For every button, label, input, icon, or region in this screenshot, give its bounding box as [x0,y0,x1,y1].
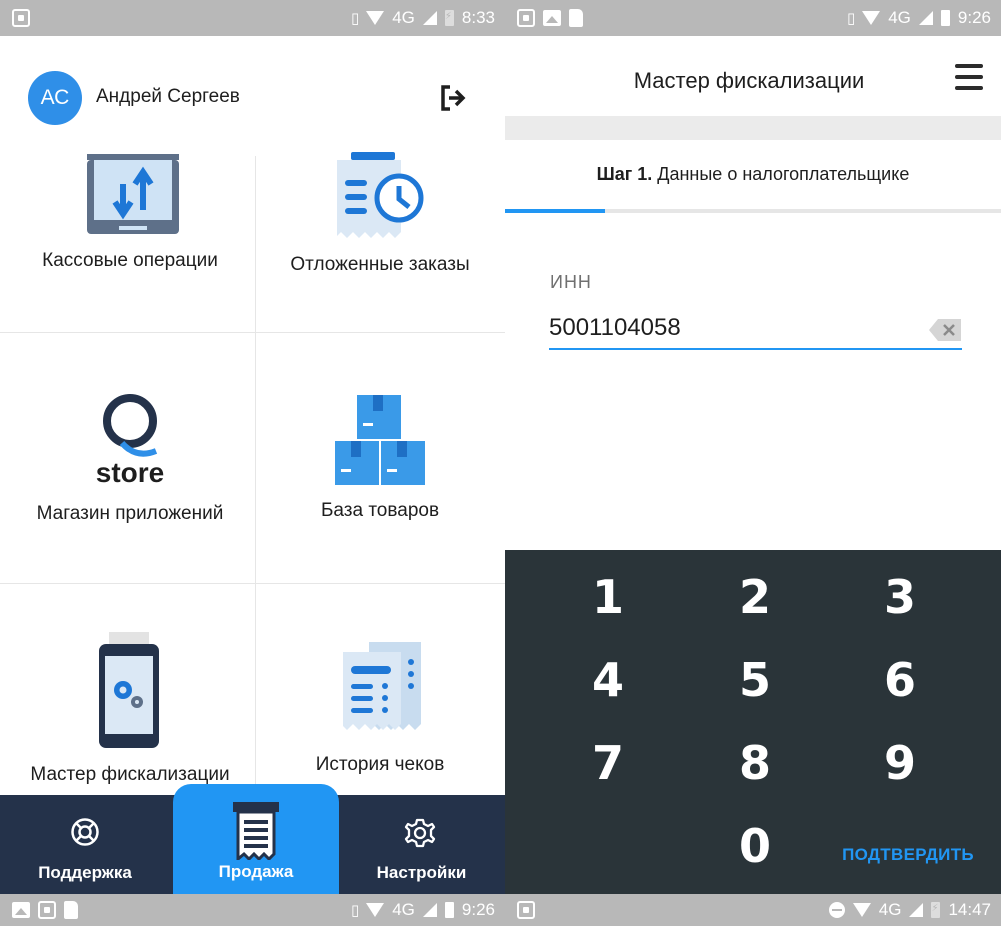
vibrate-icon: ▯ [350,902,359,919]
avatar[interactable]: АС [28,71,82,125]
sd-card-icon [64,901,78,919]
tile-label: База товаров [320,500,440,521]
inn-label: ИНН [550,272,592,292]
clock: 8:33 [461,8,495,27]
key-3[interactable]: 3 [850,567,950,627]
sd-card-icon [569,9,583,27]
inn-field[interactable] [549,310,962,350]
numeric-keypad: 1 2 3 4 5 6 7 8 9 0 ПОДТВЕРДИТЬ [505,550,1001,894]
menu-icon[interactable] [955,64,983,90]
screenshot-icon [12,9,30,27]
battery-icon [940,10,950,26]
signal-icon [422,903,437,917]
app-header: Мастер фискализации [505,36,1001,116]
key-7[interactable]: 7 [558,733,658,793]
nav-settings-label: Настройки [376,863,467,882]
tile-goods-database[interactable]: База товаров [255,333,505,583]
battery-charging-icon [931,902,941,918]
key-4[interactable]: 4 [558,650,658,710]
clock: 9:26 [957,8,991,27]
tile-app-store[interactable]: store Магазин приложений [5,333,255,583]
key-2[interactable]: 2 [705,567,805,627]
battery-charging-icon [444,10,454,26]
image-icon [543,10,561,26]
confirm-button[interactable]: ПОДТВЕРДИТЬ [828,845,988,865]
key-9[interactable]: 9 [850,733,950,793]
vibrate-icon: ▯ [846,10,855,27]
logout-icon[interactable] [440,85,468,111]
nav-sale-label: Продажа [218,862,294,881]
step-indicator: Шаг 1. Данные о налогоплательщике [505,164,1001,185]
nav-settings[interactable]: Настройки [338,795,505,894]
tile-label: Кассовые операции [42,250,218,271]
step-title: Данные о налогоплательщике [652,164,910,184]
image-icon [12,902,30,918]
nav-support-label: Поддержка [38,863,132,882]
step-progress [505,209,1001,213]
screenshot-icon [517,9,535,27]
key-0[interactable]: 0 [705,816,805,876]
signal-icon [422,11,437,25]
status-bar-top: ▯ 4G 8:33 [0,0,505,36]
key-6[interactable]: 6 [850,650,950,710]
cash-operations-icon [87,154,179,234]
page-title: Мастер фискализации [633,68,865,93]
wifi-icon [862,11,881,25]
tile-label: Магазин приложений [36,503,224,524]
inn-input[interactable] [549,310,909,342]
wifi-icon [852,903,871,917]
network-type: 4G [392,8,415,27]
key-5[interactable]: 5 [705,650,805,710]
tile-receipts-history[interactable]: История чеков [255,584,505,796]
tile-fiscal-wizard[interactable]: Мастер фискализации [5,584,255,796]
vibrate-icon: ▯ [350,10,359,27]
step-number: Шаг 1. [596,164,653,184]
header-divider [505,116,1001,140]
clock: 14:47 [948,900,991,919]
tile-label: История чеков [315,754,445,775]
screenshot-icon [517,901,535,919]
signal-icon [909,903,924,917]
fiscal-wizard-screen: ▯ 4G 9:26 Мастер фискализации Шаг 1. Дан… [505,0,1001,926]
deferred-orders-icon [337,152,424,238]
boxes-icon [335,395,425,485]
tile-label: Мастер фискализации [30,764,230,785]
receipt-icon [233,802,279,860]
clock: 9:26 [461,900,495,919]
wifi-icon [366,903,385,917]
qstore-logo-icon [103,394,158,457]
key-1[interactable]: 1 [558,567,658,627]
network-type: 4G [878,900,902,919]
status-bar-bottom: 4G 14:47 [505,894,1001,926]
wifi-icon [366,11,385,25]
network-type: 4G [888,8,911,27]
menu-grid: Кассовые операции Отложенные заказы stor… [0,150,505,796]
main-menu-screen: ▯ 4G 8:33 АС Андрей Сергеев [0,0,505,926]
do-not-disturb-icon [828,902,845,918]
gear-icon [404,818,436,848]
screenshot-composite: ▯ 4G 8:33 АС Андрей Сергеев [0,0,1001,926]
status-bar-bottom: ▯ 4G 9:26 [0,894,505,926]
fiscal-terminal-icon [99,632,159,748]
battery-icon [444,902,454,918]
user-name: Андрей Сергеев [96,86,240,107]
backspace-clear-icon[interactable] [928,318,962,342]
qstore-logo-text: store [95,457,165,488]
receipts-history-icon [343,642,421,730]
nav-sale[interactable]: Продажа [173,784,339,894]
network-type: 4G [392,900,415,919]
user-header: АС Андрей Сергеев [0,36,505,156]
key-8[interactable]: 8 [705,733,805,793]
signal-icon [918,11,933,25]
screenshot-icon [38,901,56,919]
tile-deferred-orders[interactable]: Отложенные заказы [255,150,505,332]
nav-support[interactable]: Поддержка [0,795,170,894]
lifebuoy-icon [71,818,99,846]
step-progress-active [505,209,605,213]
status-bar-top: ▯ 4G 9:26 [505,0,1001,36]
tile-label: Отложенные заказы [290,254,470,275]
tile-cash-operations[interactable]: Кассовые операции [5,150,255,332]
